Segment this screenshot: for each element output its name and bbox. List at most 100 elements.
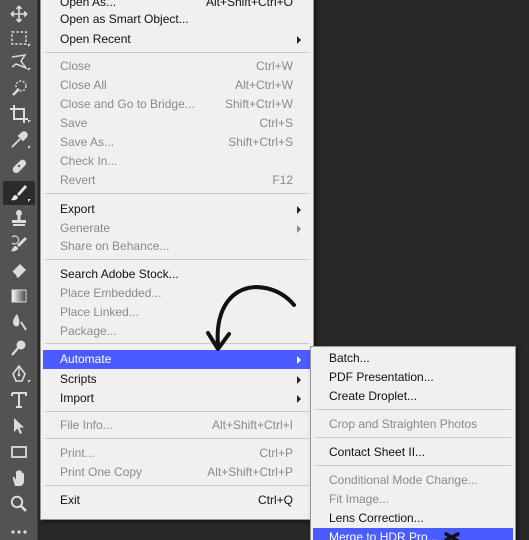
menu-item-scripts[interactable]: Scripts [43,370,311,389]
menu-item-close[interactable]: Close Ctrl+W [43,57,311,76]
submenu-item-label: Lens Correction... [329,511,424,525]
menu-item-label: Save As... [60,135,115,149]
pen-tool-icon[interactable] [3,362,35,386]
menu-item-save[interactable]: Save Ctrl+S [43,114,311,133]
menu-item-label: Place Linked... [60,305,139,319]
marquee-tool-icon[interactable] [3,26,35,50]
menu-item-label: Revert [60,173,96,187]
more-tools-icon[interactable] [3,518,35,540]
menu-item-file-info[interactable]: File Info... Alt+Shift+Ctrl+I [43,416,311,435]
submenu-item-crop-and-straighten[interactable]: Crop and Straighten Photos [313,415,513,434]
submenu-arrow-icon [297,376,301,384]
menu-item-shortcut: Alt+Shift+Ctrl+P [207,465,293,479]
submenu-indicator-icon [28,380,31,383]
menu-item-close-all[interactable]: Close All Alt+Ctrl+W [43,76,311,95]
submenu-item-lens-correction[interactable]: Lens Correction... [313,509,513,528]
menu-item-label: Export [60,202,95,216]
menu-item-print-one-copy[interactable]: Print One Copy Alt+Shift+Ctrl+P [43,463,311,482]
submenu-item-fit-image[interactable]: Fit Image... [313,490,513,509]
menu-separator [45,259,309,260]
menu-item-shortcut: Alt+Shift+Ctrl+I [211,418,293,432]
menu-item-label: Share on Behance... [60,239,170,253]
menu-item-import[interactable]: Import [43,389,311,408]
menu-item-save-as[interactable]: Save As... Shift+Ctrl+S [43,133,311,152]
healing-brush-tool-icon[interactable] [3,154,35,178]
submenu-item-contact-sheet[interactable]: Contact Sheet II... [313,443,513,462]
menu-item-label: Open as Smart Object... [60,12,189,26]
type-tool-icon[interactable] [3,388,35,412]
menu-item-shortcut: Shift+Ctrl+S [228,135,293,149]
lasso-tool-icon[interactable] [3,50,35,74]
menu-item-label: Print One Copy [60,465,143,479]
menu-item-label: Automate [60,352,112,366]
menu-item-label: Package... [60,324,117,338]
submenu-arrow-icon [297,36,301,44]
menu-item-label: Import [60,391,95,405]
submenu-item-merge-to-hdr-pro[interactable]: Merge to HDR Pro... [313,528,513,540]
menu-separator [45,343,309,344]
tools-panel [0,0,38,540]
dodge-tool-icon[interactable] [3,336,35,360]
submenu-arrow-icon [297,225,301,233]
blur-tool-icon[interactable] [3,310,35,334]
crop-tool-icon[interactable] [3,102,35,126]
menu-item-label: Open Recent [60,32,131,46]
path-selection-tool-icon[interactable] [3,414,35,438]
move-tool-icon[interactable] [3,2,35,26]
menu-item-export[interactable]: Export [43,200,311,219]
rectangle-tool-icon[interactable] [3,440,35,464]
menu-item-generate[interactable]: Generate [43,219,311,238]
menu-item-print[interactable]: Print... Ctrl+P [43,444,311,463]
menu-item-label: Close All [60,78,107,92]
submenu-item-create-droplet[interactable]: Create Droplet... [313,387,513,406]
menu-item-label: Scripts [60,372,97,386]
menu-item-label: Save [60,116,88,130]
menu-item-open-recent[interactable]: Open Recent [43,30,311,49]
menu-item-search-adobe-stock[interactable]: Search Adobe Stock... [43,265,311,284]
menu-item-share-on-behance[interactable]: Share on Behance... [43,237,311,256]
menu-item-label: Check In... [60,154,118,168]
menu-item-revert[interactable]: Revert F12 [43,171,311,190]
menu-separator [45,438,309,439]
submenu-item-conditional-mode-change[interactable]: Conditional Mode Change... [313,471,513,490]
submenu-indicator-icon [28,199,31,202]
gradient-tool-icon[interactable] [3,284,35,308]
menu-item-label: Close and Go to Bridge... [60,97,195,111]
menu-item-shortcut: F12 [272,173,293,187]
menu-item-exit[interactable]: Exit Ctrl+Q [43,491,311,510]
submenu-item-label: Conditional Mode Change... [329,473,478,487]
menu-item-label: Generate [60,221,111,235]
menu-separator [45,411,309,412]
eraser-tool-icon[interactable] [3,258,35,282]
quick-selection-tool-icon[interactable] [3,76,35,100]
menu-separator [45,52,309,53]
clone-stamp-tool-icon[interactable] [3,206,35,230]
menu-item-close-and-go-to-bridge[interactable]: Close and Go to Bridge... Shift+Ctrl+W [43,95,311,114]
menu-item-place-linked[interactable]: Place Linked... [43,303,311,322]
menu-item-shortcut: Ctrl+P [259,446,293,460]
menu-item-label: Print... [60,446,95,460]
submenu-arrow-icon [297,395,301,403]
history-brush-tool-icon[interactable] [3,232,35,256]
zoom-tool-icon[interactable] [3,492,35,516]
menu-item-automate[interactable]: Automate [43,350,311,369]
menu-item-shortcut: Ctrl+S [259,116,293,130]
menu-separator [45,485,309,486]
submenu-item-label: PDF Presentation... [329,370,434,384]
submenu-arrow-icon [297,356,301,364]
menu-item-open-as-smart-object[interactable]: Open as Smart Object... [43,10,311,29]
submenu-item-pdf-presentation[interactable]: PDF Presentation... [313,368,513,387]
menu-item-label: Close [60,59,91,73]
hand-tool-icon[interactable] [3,466,35,490]
brush-tool-icon[interactable] [3,181,35,205]
automate-submenu: Batch... PDF Presentation... Create Drop… [310,346,516,540]
submenu-item-label: Create Droplet... [329,389,418,403]
eyedropper-tool-icon[interactable] [3,128,35,152]
submenu-arrow-icon [297,206,301,214]
menu-item-check-in[interactable]: Check In... [43,152,311,171]
menu-item-place-embedded[interactable]: Place Embedded... [43,284,311,303]
menu-item-package[interactable]: Package... [43,322,311,341]
submenu-item-label: Crop and Straighten Photos [329,417,478,431]
submenu-item-batch[interactable]: Batch... [313,349,513,368]
submenu-indicator-icon [28,146,31,149]
